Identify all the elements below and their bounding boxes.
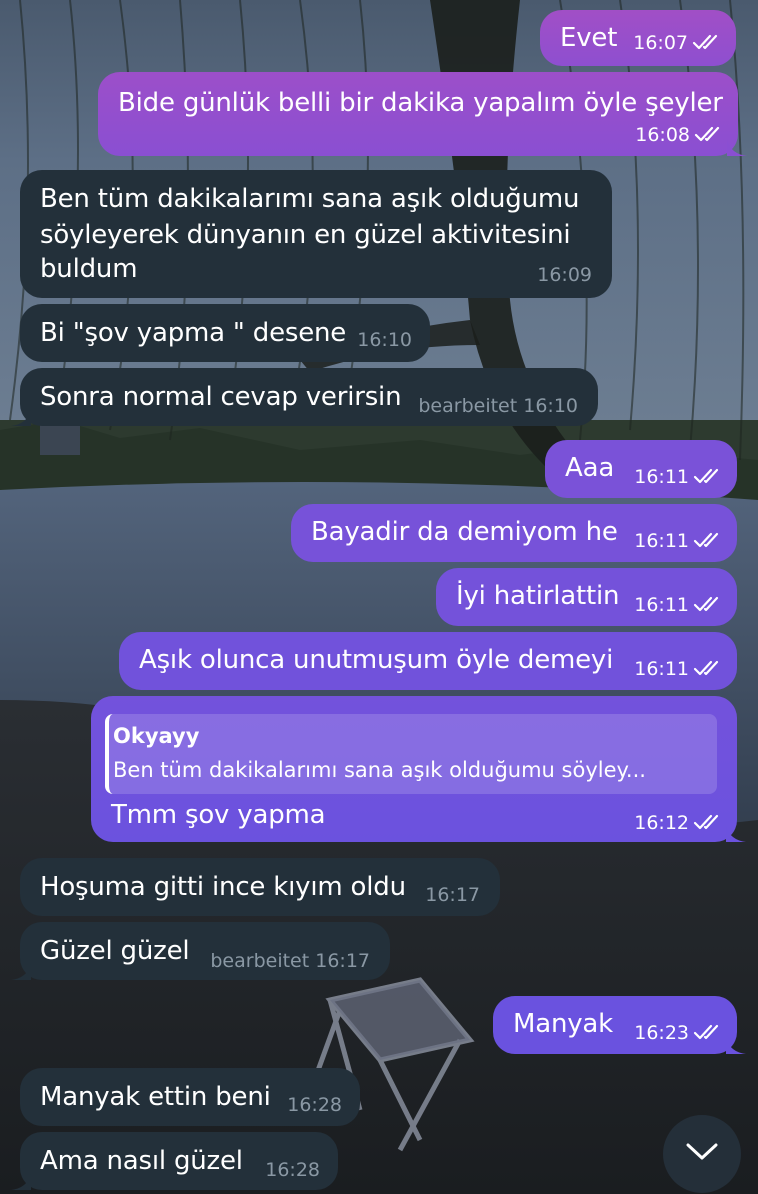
message-time: 16:11 — [634, 594, 723, 616]
message-text-line: buldum — [40, 254, 138, 284]
bubble-tail — [726, 1038, 746, 1054]
message-text: Bayadir da demiyom he — [311, 517, 618, 547]
message-bubble-incoming[interactable]: Hoşuma gitti ince kıyım oldu 16:17 — [20, 858, 500, 916]
message-bubble-outgoing[interactable]: Aaa 16:11 — [545, 440, 737, 498]
double-check-icon — [693, 660, 723, 676]
double-check-icon — [692, 34, 722, 50]
message-text-line: Ben tüm dakikalarımı sana aşık olduğumu — [40, 184, 580, 214]
message-time: 16:11 — [634, 658, 723, 680]
message-time: 16:07 — [633, 32, 722, 54]
message-bubble-incoming[interactable]: Güzel güzel bearbeitet 16:17 — [11, 922, 390, 980]
message-bubble-outgoing[interactable]: Bayadir da demiyom he 16:11 — [291, 504, 737, 562]
message-time: 16:11 — [634, 530, 723, 552]
message-text: İyi hatirlattin — [456, 581, 620, 611]
message-text: Ama nasıl güzel — [40, 1146, 243, 1176]
double-check-icon — [693, 814, 723, 830]
message-text-line: söyleyerek dünyanın en güzel aktivitesin… — [40, 220, 571, 250]
message-bubble-outgoing[interactable]: Aşık olunca unutmuşum öyle demeyi 16:11 — [119, 632, 737, 690]
double-check-icon — [693, 596, 723, 612]
message-text: Bi "şov yapma " desene — [40, 318, 347, 348]
bubble-tail — [11, 1174, 31, 1190]
message-text: Manyak — [513, 1009, 614, 1039]
reply-author: Okyayy — [113, 724, 200, 748]
bubble-tail — [727, 140, 747, 156]
double-check-icon — [693, 532, 723, 548]
message-time: 16:28 — [265, 1159, 320, 1181]
message-bubble-outgoing[interactable]: Bide günlük belli bir dakika yapalım öyl… — [98, 72, 747, 156]
message-text: Sonra normal cevap verirsin — [40, 382, 402, 412]
message-bubble-outgoing-reply[interactable]: Okyayy Ben tüm dakikalarımı sana aşık ol… — [91, 696, 746, 842]
scroll-to-bottom-button[interactable] — [663, 1115, 741, 1193]
message-bubble-incoming[interactable]: Ben tüm dakikalarımı sana aşık olduğumu … — [20, 170, 612, 298]
message-text: Tmm şov yapma — [111, 800, 326, 830]
message-time: 16:11 — [634, 466, 723, 488]
message-bubble-incoming[interactable]: Manyak ettin beni 16:28 — [20, 1068, 360, 1126]
message-bubble-outgoing[interactable]: İyi hatirlattin 16:11 — [436, 568, 737, 626]
message-edited-time: bearbeitet 16:10 — [418, 395, 578, 417]
message-bubble-outgoing[interactable]: Manyak 16:23 — [493, 996, 746, 1054]
message-bubble-outgoing[interactable]: Evet 16:07 — [540, 10, 736, 66]
double-check-icon — [694, 126, 724, 142]
message-bubble-incoming[interactable]: Ama nasıl güzel 16:28 — [11, 1132, 338, 1190]
message-time: 16:12 — [634, 812, 723, 834]
bubble-tail — [11, 964, 31, 980]
message-text: Aşık olunca unutmuşum öyle demeyi — [139, 645, 614, 675]
message-text: Hoşuma gitti ince kıyım oldu — [40, 872, 406, 902]
message-time: 16:28 — [287, 1094, 342, 1116]
message-bubble-incoming[interactable]: Sonra normal cevap verirsin bearbeitet 1… — [11, 368, 598, 426]
message-time: 16:10 — [357, 329, 412, 351]
message-time: 16:23 — [634, 1022, 723, 1044]
bubble-tail — [726, 826, 746, 842]
chevron-down-icon — [685, 1142, 719, 1166]
bubble-tail — [11, 410, 31, 426]
double-check-icon — [693, 468, 723, 484]
message-text: Manyak ettin beni — [40, 1082, 271, 1112]
message-time: 16:09 — [537, 264, 592, 286]
message-time: 16:17 — [425, 884, 480, 906]
message-edited-time: bearbeitet 16:17 — [210, 950, 370, 972]
message-time: 16:08 — [635, 124, 724, 146]
reply-snippet: Ben tüm dakikalarımı sana aşık olduğumu … — [113, 758, 646, 782]
message-text: Aaa — [565, 453, 615, 483]
message-bubble-incoming[interactable]: Bi "şov yapma " desene 16:10 — [20, 304, 430, 362]
double-check-icon — [693, 1024, 723, 1040]
message-text: Evet — [560, 23, 618, 53]
message-text: Bide günlük belli bir dakika yapalım öyl… — [118, 88, 723, 118]
message-text: Güzel güzel — [40, 936, 190, 966]
